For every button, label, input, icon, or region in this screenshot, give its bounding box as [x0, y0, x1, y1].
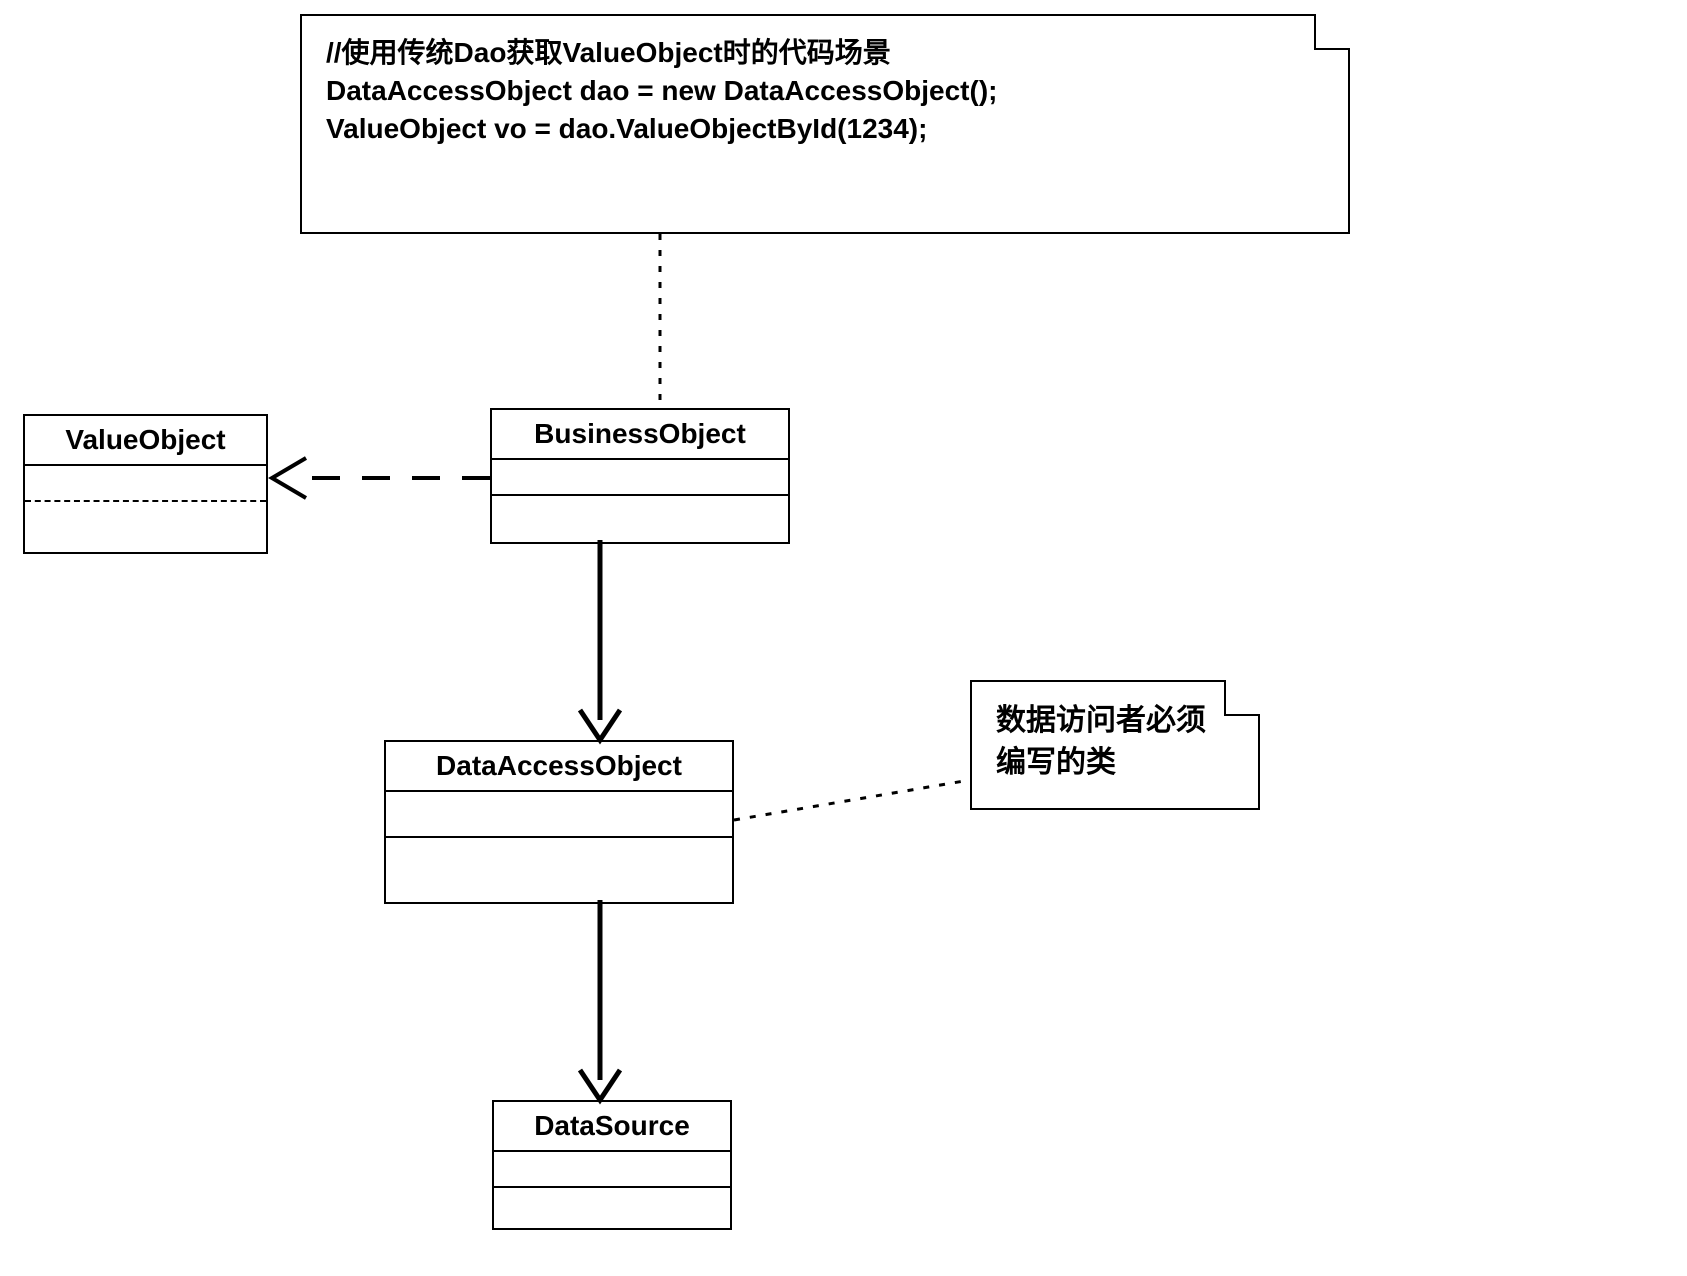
class-attr-sect — [492, 460, 788, 496]
class-op-sect — [492, 496, 788, 542]
class-business-object: BusinessObject — [490, 408, 790, 544]
note-code: //使用传统Dao获取ValueObject时的代码场景 DataAccessO… — [300, 14, 1350, 234]
class-value-object: ValueObject — [23, 414, 268, 554]
note-description: 数据访问者必须 编写的类 — [970, 680, 1260, 810]
class-attr-sect — [494, 1152, 730, 1188]
class-attr-sect — [25, 466, 266, 502]
class-op-sect — [25, 502, 266, 552]
class-attr-sect — [386, 792, 732, 838]
note-desc-line-2: 编写的类 — [996, 742, 1234, 784]
class-op-sect — [386, 838, 732, 902]
class-title: BusinessObject — [492, 410, 788, 460]
class-op-sect — [494, 1188, 730, 1228]
code-line-3: ValueObject vo = dao.ValueObjectById(123… — [326, 110, 1324, 148]
code-line-1: //使用传统Dao获取ValueObject时的代码场景 — [326, 34, 1324, 72]
note-fold-icon — [1224, 680, 1260, 716]
class-title: DataSource — [494, 1102, 730, 1152]
class-title: ValueObject — [25, 416, 266, 466]
code-line-2: DataAccessObject dao = new DataAccessObj… — [326, 72, 1324, 110]
note-desc-line-1: 数据访问者必须 — [996, 700, 1234, 742]
class-title: DataAccessObject — [386, 742, 732, 792]
class-data-access-object: DataAccessObject — [384, 740, 734, 904]
note-fold-icon — [1314, 14, 1350, 50]
class-data-source: DataSource — [492, 1100, 732, 1230]
